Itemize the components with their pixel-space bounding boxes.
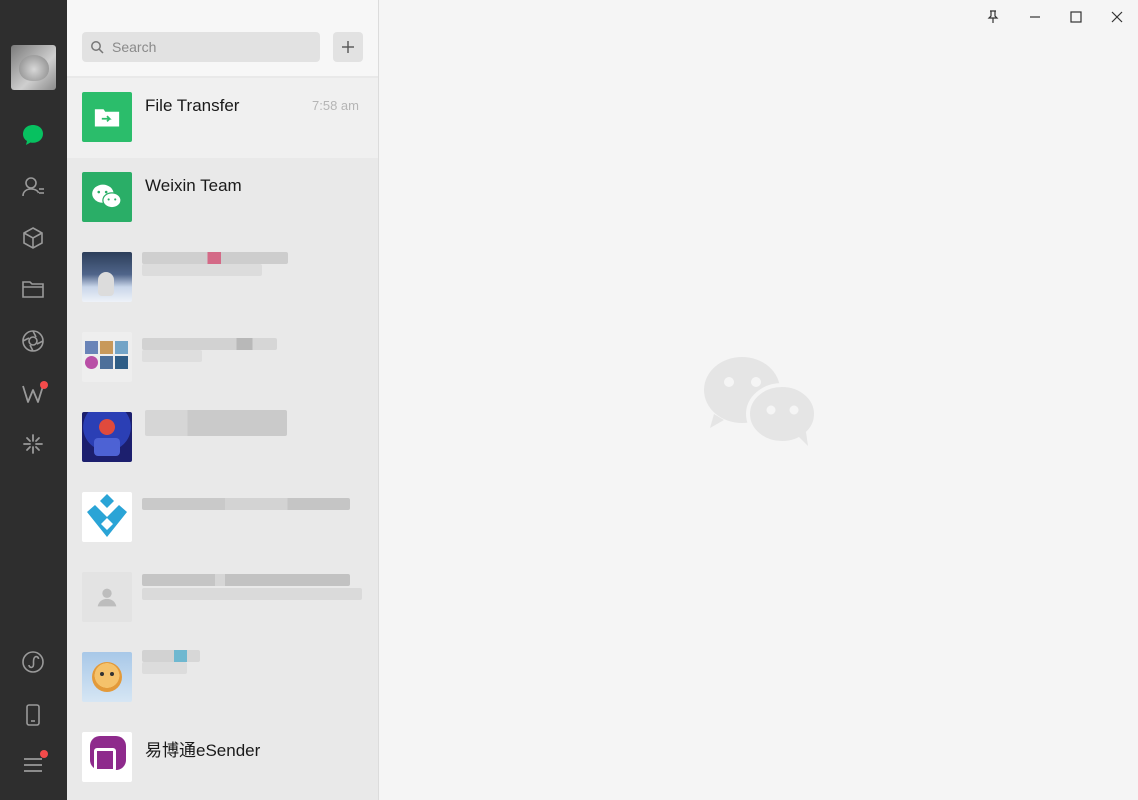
- chat-bubble-icon[interactable]: [18, 120, 48, 150]
- blurred-message: [142, 264, 262, 276]
- weixin-team-avatar: [82, 172, 132, 222]
- channels-icon[interactable]: [18, 379, 48, 409]
- maximize-icon[interactable]: [1065, 6, 1087, 28]
- blurred-name: [142, 574, 350, 586]
- chat-time: 7:58 am: [312, 98, 359, 113]
- add-button[interactable]: [333, 32, 363, 62]
- blurred-name: [142, 650, 200, 662]
- close-icon[interactable]: [1106, 6, 1128, 28]
- chat-item[interactable]: [67, 478, 378, 558]
- mini-program-icon[interactable]: [18, 647, 48, 677]
- chat-item[interactable]: [67, 238, 378, 318]
- plus-icon: [342, 41, 354, 53]
- wechat-watermark-icon: [704, 357, 818, 446]
- wechat-logo-icon: [92, 184, 122, 209]
- contact-avatar: [82, 492, 132, 542]
- contact-avatar: [82, 252, 132, 302]
- blurred-message: [142, 662, 187, 674]
- main-pane: [380, 0, 1138, 800]
- chat-item-esender[interactable]: 易博通eSender: [67, 718, 378, 798]
- blurred-name: [142, 498, 350, 510]
- sparkle-icon[interactable]: [18, 429, 48, 459]
- chat-name: Weixin Team: [145, 176, 242, 195]
- file-transfer-avatar: [82, 92, 132, 142]
- blurred-message: [142, 350, 202, 362]
- chat-item-file-transfer[interactable]: File Transfer 7:58 am: [67, 78, 378, 158]
- chat-item[interactable]: [67, 638, 378, 718]
- chat-name: File Transfer: [145, 96, 240, 115]
- contacts-icon[interactable]: [18, 172, 48, 202]
- notification-dot: [40, 381, 48, 389]
- folder-arrow-icon: [94, 109, 120, 127]
- avatar[interactable]: [11, 45, 56, 90]
- chat-list-pane: File Transfer 7:58 am Weixin Team: [67, 0, 379, 800]
- search-input[interactable]: [112, 39, 312, 55]
- search-icon: [91, 41, 104, 54]
- sidebar: [0, 0, 67, 800]
- contact-avatar: [82, 412, 132, 462]
- diamond-logo-icon: [87, 494, 127, 537]
- chat-item-weixin-team[interactable]: Weixin Team: [67, 158, 378, 238]
- folder-icon[interactable]: [18, 274, 48, 304]
- notification-dot: [40, 750, 48, 758]
- pin-icon[interactable]: [982, 6, 1004, 28]
- chat-item[interactable]: [67, 398, 378, 478]
- blurred-name: [142, 338, 277, 350]
- search-box[interactable]: [82, 32, 320, 62]
- blurred-name: [145, 410, 287, 436]
- person-icon: [97, 588, 117, 607]
- chat-name: 易博通eSender: [145, 741, 261, 760]
- chat-item[interactable]: [67, 558, 378, 638]
- group-avatar: [82, 332, 132, 382]
- menu-icon[interactable]: [18, 750, 48, 780]
- contact-avatar: [82, 652, 132, 702]
- minimize-icon[interactable]: [1024, 6, 1046, 28]
- cube-icon[interactable]: [18, 223, 48, 253]
- esender-avatar: [82, 732, 132, 782]
- phone-icon[interactable]: [18, 700, 48, 730]
- blurred-message: [142, 588, 362, 600]
- blurred-name: [142, 252, 288, 264]
- aperture-icon[interactable]: [18, 326, 48, 356]
- default-avatar: [82, 572, 132, 622]
- chat-item[interactable]: [67, 318, 378, 398]
